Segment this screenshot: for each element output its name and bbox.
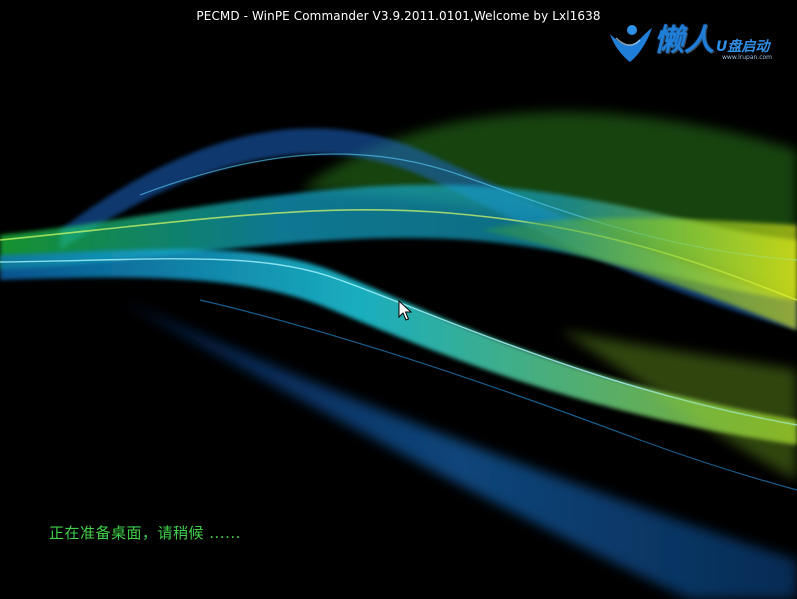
logo-main-text: 懒人: [654, 23, 714, 58]
winpe-boot-screen: PECMD - WinPE Commander V3.9.2011.0101,W…: [0, 0, 797, 599]
logo-url-text: www.lrupan.com: [722, 54, 773, 61]
lazy-person-logo-icon: [610, 25, 652, 62]
brand-logo: 懒人 U盘启动 www.lrupan.com: [604, 20, 780, 68]
status-message: 正在准备桌面，请稍候 ......: [49, 524, 241, 542]
wave-band-yellow-low: [560, 330, 797, 480]
logo-sub-text: U盘启动: [716, 39, 770, 55]
arrow-cursor-icon: [398, 300, 412, 321]
